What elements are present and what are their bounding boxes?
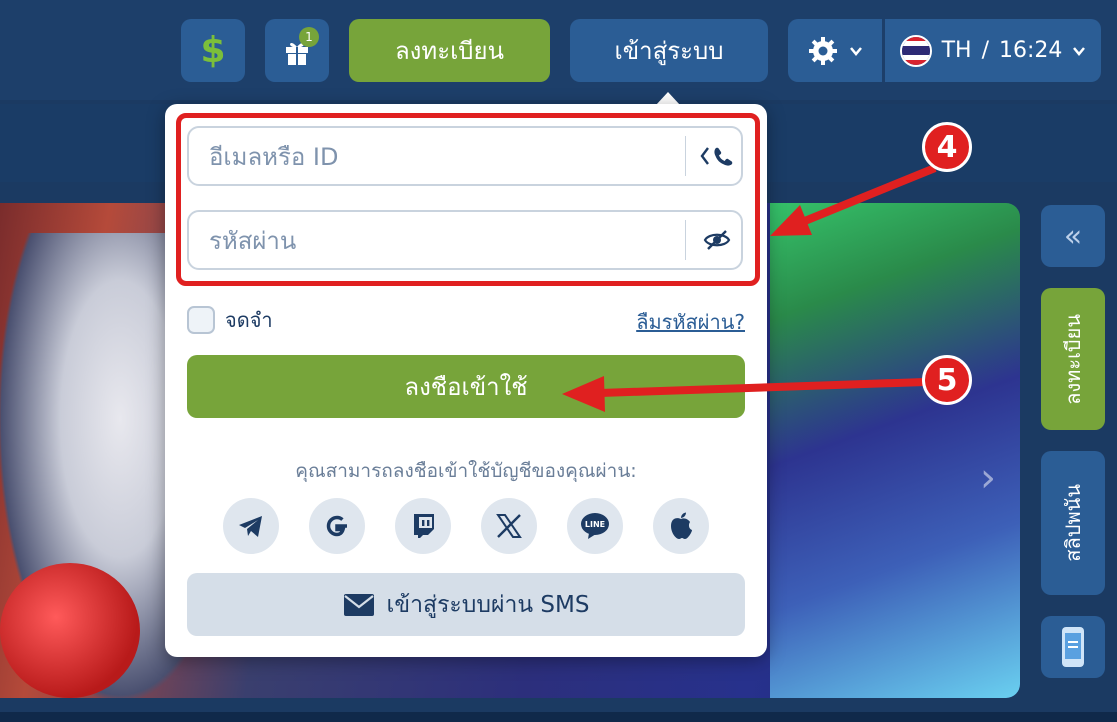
twitch-icon bbox=[414, 514, 434, 538]
chevron-down-icon bbox=[850, 46, 862, 56]
separator: / bbox=[981, 38, 989, 63]
line-icon: LINE bbox=[581, 513, 609, 539]
mobile-app-button[interactable] bbox=[1041, 616, 1105, 678]
sidebar-register-label: ลงทะเบียน bbox=[1061, 313, 1085, 405]
envelope-icon bbox=[343, 593, 374, 616]
x-icon bbox=[496, 514, 522, 538]
bottom-strip bbox=[0, 712, 1117, 722]
svg-text:LINE: LINE bbox=[585, 520, 605, 529]
deposit-button[interactable]: $ bbox=[181, 19, 245, 82]
settings-button[interactable] bbox=[788, 19, 882, 82]
language-code: TH bbox=[941, 38, 972, 63]
remember-checkbox[interactable] bbox=[187, 306, 215, 334]
forgot-password-link[interactable]: ลืมรหัสผ่าน? bbox=[636, 306, 745, 338]
remember-label: จดจำ bbox=[225, 308, 273, 332]
bet-slip-label: สลิปพนัน bbox=[1061, 484, 1085, 562]
gift-button[interactable]: 1 bbox=[265, 19, 329, 82]
telegram-login-button[interactable] bbox=[223, 498, 279, 554]
banner-boxing-glove bbox=[0, 563, 140, 698]
language-time-selector[interactable]: TH / 16:24 bbox=[885, 19, 1101, 82]
chevron-down-icon bbox=[1073, 46, 1086, 56]
step-marker-4: 4 bbox=[922, 122, 972, 172]
social-login-list: LINE bbox=[223, 498, 709, 554]
sidebar-register-button[interactable]: ลงทะเบียน bbox=[1041, 288, 1105, 430]
login-button[interactable]: เข้าสู่ระบบ bbox=[570, 19, 768, 82]
flag-th-icon bbox=[899, 34, 932, 67]
sms-login-button[interactable]: เข้าสู่ระบบผ่าน SMS bbox=[187, 573, 745, 636]
sidebar-collapse-button[interactable]: « bbox=[1041, 205, 1105, 267]
line-login-button[interactable]: LINE bbox=[567, 498, 623, 554]
google-icon bbox=[326, 515, 347, 537]
register-button[interactable]: ลงทะเบียน bbox=[349, 19, 550, 82]
clock-time: 16:24 bbox=[999, 38, 1063, 63]
remember-me[interactable]: จดจำ bbox=[187, 304, 273, 336]
step-marker-5: 5 bbox=[922, 355, 972, 405]
social-login-prompt: คุณสามารถลงชือเข้าใช้บัญชีของคุณผ่าน: bbox=[295, 460, 637, 482]
credentials-highlight-box bbox=[176, 113, 760, 286]
bet-slip-button[interactable]: สลิปพนัน bbox=[1041, 451, 1105, 595]
telegram-icon bbox=[239, 516, 262, 537]
twitch-login-button[interactable] bbox=[395, 498, 451, 554]
google-login-button[interactable] bbox=[309, 498, 365, 554]
gift-count-badge: 1 bbox=[299, 27, 319, 47]
dollar-icon: $ bbox=[200, 30, 226, 71]
login-popup: จดจำ ลืมรหัสผ่าน? ลงชือเข้าใช้ คุณสามารถ… bbox=[165, 104, 767, 657]
banner-next-arrow[interactable]: › bbox=[958, 403, 1018, 553]
gear-icon bbox=[809, 36, 837, 65]
x-login-button[interactable] bbox=[481, 498, 537, 554]
login-submit-button[interactable]: ลงชือเข้าใช้ bbox=[187, 355, 745, 418]
sms-login-label: เข้าสู่ระบบผ่าน SMS bbox=[386, 591, 590, 618]
mobile-app-icon bbox=[1062, 627, 1084, 667]
apple-login-button[interactable] bbox=[653, 498, 709, 554]
apple-icon bbox=[671, 512, 692, 539]
